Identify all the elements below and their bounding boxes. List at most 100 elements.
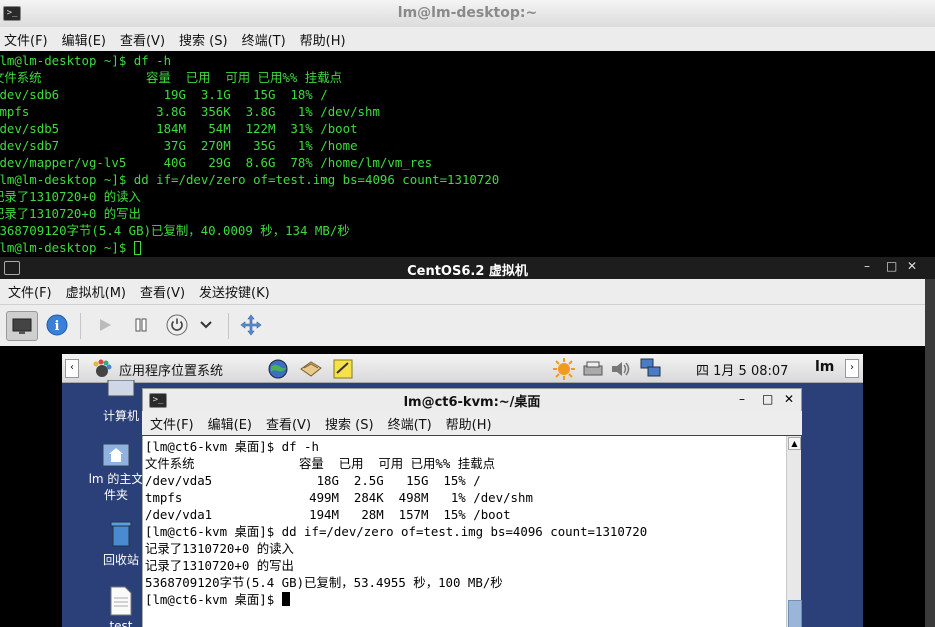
outer-terminal-output: [lm@lm-desktop ~]$ df -h 文件系统 容量 已用 可用 已… [0, 52, 499, 256]
outer-terminal-lines: [lm@lm-desktop ~]$ df -h 文件系统 容量 已用 可用 已… [0, 53, 499, 238]
guest-terminal-output: [lm@ct6-kvm 桌面]$ df -h 文件系统 容量 已用 可用 已用%… [145, 438, 647, 608]
terminal-line: 5368709120字节(5.4 GB)已复制，40.0009 秒，134 MB… [0, 223, 350, 238]
close-icon[interactable]: ✕ [907, 259, 917, 273]
panel-user-name[interactable]: lm [815, 359, 834, 375]
terminal-line: 记录了1310720+0 的读入 [145, 541, 294, 556]
panel-scroll-right-icon[interactable]: › [845, 359, 859, 378]
vm-menu-item-3[interactable]: 发送按键(K) [199, 282, 270, 301]
guest-top-panel: ‹ 应用程序 位置 系统 四 1月 5 08:07 lm › [62, 354, 863, 383]
details-button[interactable]: i [42, 311, 72, 339]
network-icon[interactable] [639, 357, 663, 379]
computer-icon [107, 379, 135, 397]
pause-button[interactable] [126, 311, 156, 339]
outer-terminal-cursor [133, 241, 141, 255]
terminal-line: 记录了1310720+0 的读入 [0, 189, 141, 204]
desktop-icon-home[interactable]: lm 的主文件夹 [86, 440, 146, 503]
guest-terminal-menu-item-1[interactable]: 编辑(E) [208, 414, 252, 433]
scroll-up-icon[interactable]: ▲ [788, 437, 801, 450]
terminal-line: tmpfs 499M 284K 498M 1% /dev/shm [145, 490, 533, 505]
terminal-line: [lm@ct6-kvm 桌面]$ dd if=/dev/zero of=test… [145, 524, 648, 539]
outer-window-title: lm@lm-desktop:~ [397, 5, 538, 21]
monitor-icon [12, 318, 32, 334]
outer-menu-item-4[interactable]: 终端(T) [242, 30, 286, 49]
shutdown-button[interactable] [162, 311, 192, 339]
minimize-icon[interactable]: – [864, 259, 870, 273]
guest-terminal-title-bar[interactable]: >_ lm@ct6-kvm:~/桌面 – □ ✕ [142, 388, 802, 412]
guest-terminal-area[interactable]: [lm@ct6-kvm 桌面]$ df -h 文件系统 容量 已用 可用 已用%… [142, 436, 787, 627]
guest-desktop[interactable]: ‹ 应用程序 位置 系统 四 1月 5 08:07 lm › 计算机 lm 的主文件… [62, 354, 863, 627]
guest-panel-menu-item-2[interactable]: 系统 [197, 360, 223, 379]
terminal-line: tmpfs 3.8G 356K 3.8G 1% /dev/shm [0, 104, 380, 119]
maximize-icon[interactable]: □ [762, 392, 773, 406]
guest-terminal-menu-item-4[interactable]: 终端(T) [388, 414, 432, 433]
guest-panel-menu-item-1[interactable]: 位置 [171, 360, 197, 379]
outer-menu-bar: 文件(F) 编辑(E) 查看(V) 搜索 (S) 终端(T) 帮助(H) [0, 27, 935, 51]
vm-window-title: CentOS6.2 虚拟机 [407, 264, 528, 279]
guest-terminal-scrollbar[interactable]: ▲ [786, 436, 802, 627]
terminal-line: /dev/sdb5 184M 54M 122M 31% /boot [0, 121, 358, 136]
terminal-line: /dev/vda5 18G 2.5G 15G 15% / [145, 473, 481, 488]
outer-terminal-prompt: [lm@lm-desktop ~]$ [0, 240, 134, 255]
guest-terminal-menu-item-0[interactable]: 文件(F) [150, 414, 194, 433]
guest-terminal-lines: [lm@ct6-kvm 桌面]$ df -h 文件系统 容量 已用 可用 已用%… [145, 439, 647, 590]
guest-terminal-cursor [281, 592, 290, 606]
panel-scroll-left-icon[interactable]: ‹ [65, 359, 79, 378]
terminal-line: 记录了1310720+0 的写出 [145, 558, 294, 573]
printer-icon[interactable] [582, 359, 604, 379]
terminal-line: [lm@ct6-kvm 桌面]$ df -h [145, 439, 319, 454]
minimize-icon[interactable]: – [739, 392, 745, 406]
desktop-icon-label: lm 的主文件夹 [88, 472, 144, 502]
vm-title-bar[interactable]: CentOS6.2 虚拟机 – □ ✕ [0, 257, 935, 279]
vm-menu-item-0[interactable]: 文件(F) [8, 282, 52, 301]
shutdown-menu-button[interactable] [194, 311, 218, 339]
maximize-icon[interactable]: □ [886, 259, 897, 273]
volume-icon[interactable] [610, 359, 632, 379]
terminal-line: 记录了1310720+0 的写出 [0, 206, 141, 221]
guest-terminal-menu-item-5[interactable]: 帮助(H) [446, 414, 492, 433]
guest-terminal-menu-bar: 文件(F) 编辑(E) 查看(V) 搜索 (S) 终端(T) 帮助(H) [142, 411, 802, 435]
document-icon [110, 586, 132, 616]
vm-menu-bar: 文件(F) 虚拟机(M) 查看(V) 发送按键(K) [0, 279, 925, 305]
outer-title-bar[interactable]: >_ lm@lm-desktop:~ [0, 0, 935, 28]
web-browser-icon[interactable] [267, 358, 289, 380]
play-icon [100, 319, 111, 331]
guest-terminal-title: lm@ct6-kvm:~/桌面 [403, 395, 541, 410]
close-icon[interactable]: ✕ [784, 392, 794, 406]
update-notifier-icon[interactable] [552, 357, 576, 381]
terminal-line: /dev/sdb6 19G 3.1G 15G 18% / [0, 87, 328, 102]
vm-menu-item-2[interactable]: 查看(V) [140, 282, 185, 301]
vm-toolbar: i [0, 305, 925, 347]
chevron-down-icon [200, 321, 212, 329]
guest-terminal-menu-item-3[interactable]: 搜索 (S) [325, 414, 374, 433]
scrollbar-thumb[interactable] [788, 600, 802, 627]
terminal-line: 文件系统 容量 已用 可用 已用%% 挂载点 [0, 70, 342, 85]
console-button[interactable] [6, 311, 38, 341]
outer-terminal-area[interactable]: [lm@lm-desktop ~]$ df -h 文件系统 容量 已用 可用 已… [0, 51, 935, 257]
panel-clock[interactable]: 四 1月 5 08:07 [696, 360, 788, 379]
run-button[interactable] [90, 311, 120, 339]
terminal-line: 5368709120字节(5.4 GB)已复制，53.4955 秒，100 MB… [145, 575, 503, 590]
fullscreen-button[interactable] [236, 311, 266, 339]
mail-icon[interactable] [299, 359, 323, 379]
outer-menu-item-2[interactable]: 查看(V) [120, 30, 165, 49]
outer-menu-item-5[interactable]: 帮助(H) [300, 30, 346, 49]
terminal-line: 文件系统 容量 已用 可用 已用%% 挂载点 [145, 456, 495, 471]
guest-terminal-menu-item-2[interactable]: 查看(V) [266, 414, 311, 433]
notes-icon[interactable] [332, 358, 354, 380]
outer-menu-item-1[interactable]: 编辑(E) [62, 30, 106, 49]
terminal-line: /dev/mapper/vg-lv5 40G 29G 8.6G 78% /hom… [0, 155, 433, 170]
gnome-foot-icon [93, 359, 112, 377]
pause-icon [135, 318, 147, 332]
terminal-line: /dev/sdb7 37G 270M 35G 1% /home [0, 138, 358, 153]
outer-menu-item-3[interactable]: 搜索 (S) [179, 30, 228, 49]
guest-terminal-prompt: [lm@ct6-kvm 桌面]$ [145, 592, 282, 607]
power-icon [166, 314, 188, 336]
trash-icon [110, 521, 132, 547]
guest-panel-menu-item-0[interactable]: 应用程序 [119, 360, 171, 379]
home-folder-icon [102, 443, 130, 467]
guest-panel-menu: 应用程序 位置 系统 [119, 360, 223, 379]
vm-menu-item-1[interactable]: 虚拟机(M) [66, 282, 126, 301]
terminal-line: [lm@lm-desktop ~]$ dd if=/dev/zero of=te… [0, 172, 500, 187]
outer-menu-item-0[interactable]: 文件(F) [4, 30, 48, 49]
terminal-line: [lm@lm-desktop ~]$ df -h [0, 53, 172, 68]
